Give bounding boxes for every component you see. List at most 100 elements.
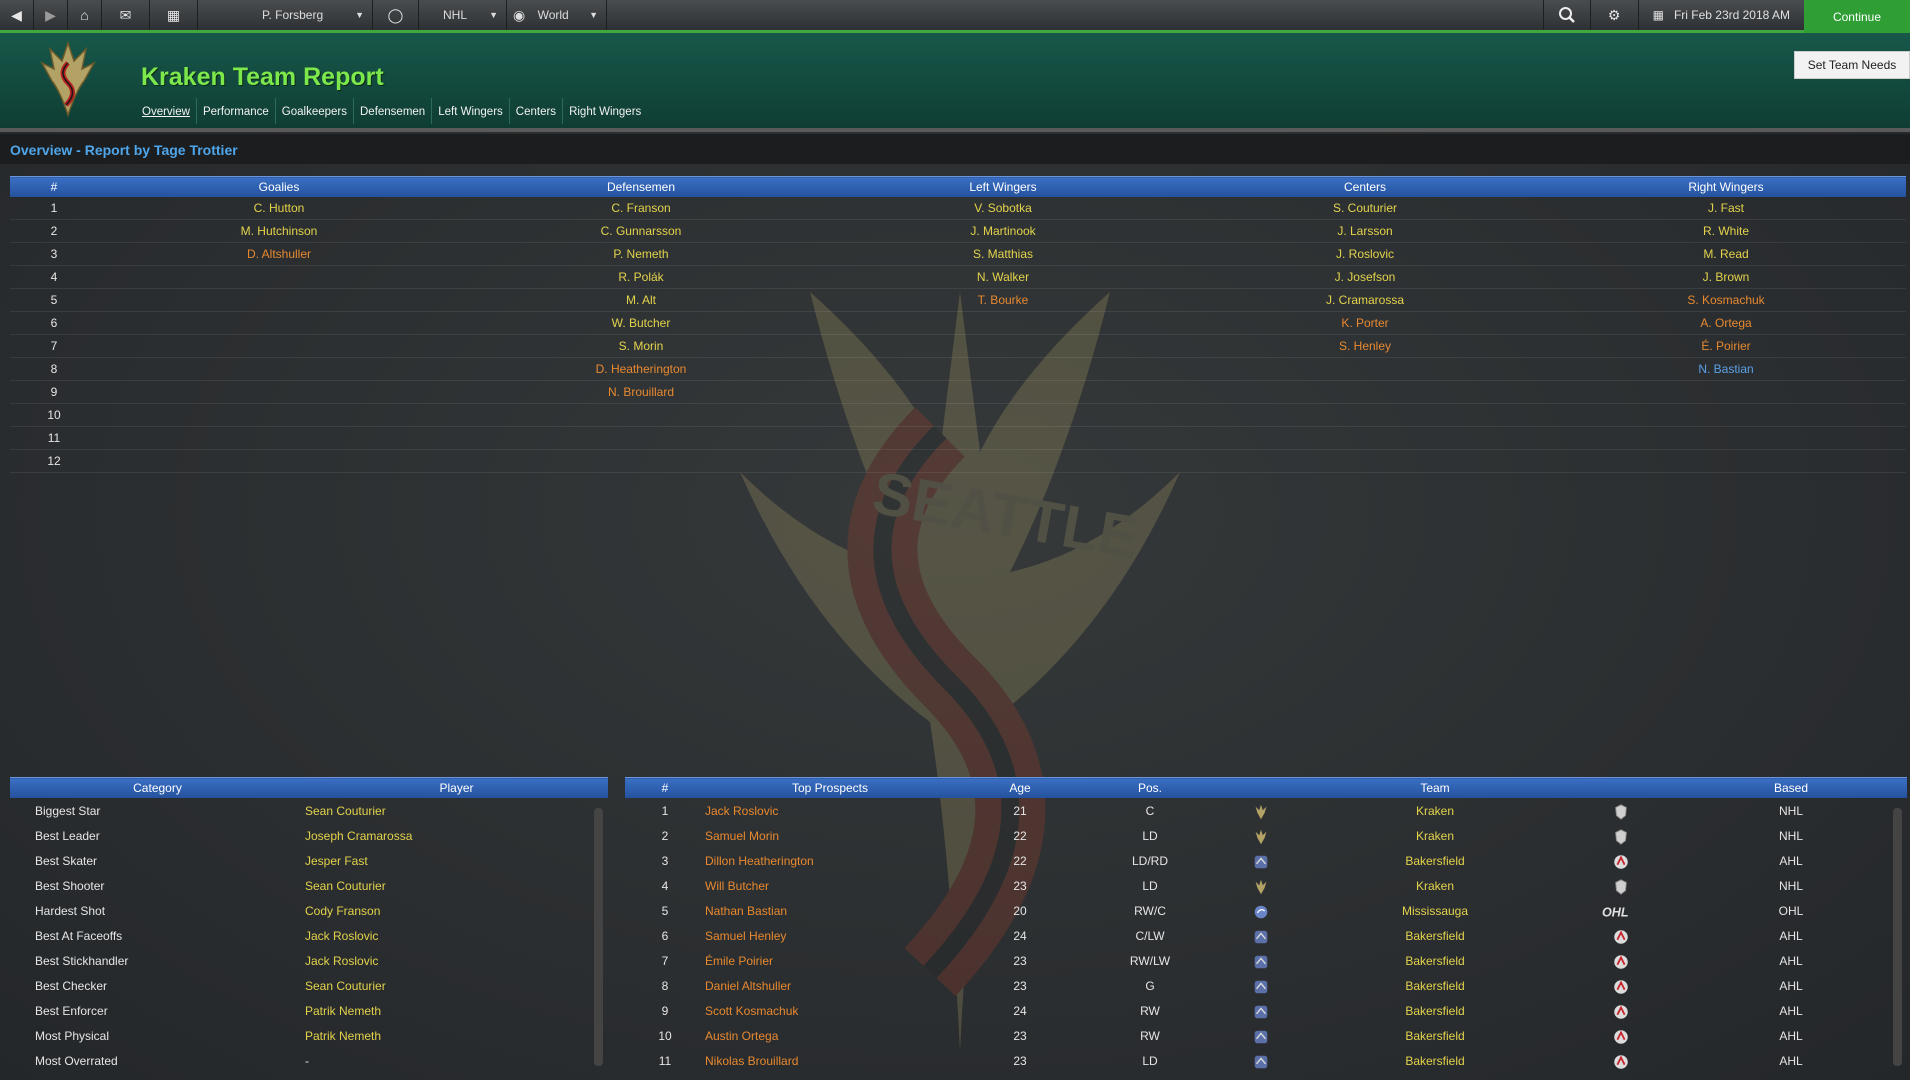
condors-logo-icon[interactable] (1252, 928, 1268, 944)
column-header-team[interactable]: Team (1305, 777, 1565, 798)
prospect-name[interactable]: Dillon Heatherington (705, 848, 955, 873)
prospect-team[interactable]: Mississauga (1305, 898, 1565, 923)
depth-player-name[interactable]: V. Sobotka (822, 197, 1184, 220)
depth-player-name[interactable]: M. Hutchinson (98, 219, 460, 243)
prospect-team[interactable]: Kraken (1305, 798, 1565, 823)
nhl-shield-icon[interactable]: ◯ (373, 0, 419, 30)
depth-player-name[interactable]: P. Nemeth (460, 242, 822, 266)
league-dropdown[interactable]: NHL ▼ (419, 0, 507, 30)
prospect-team[interactable]: Kraken (1305, 873, 1565, 898)
ahl-logo-icon[interactable] (1612, 1003, 1628, 1019)
prospect-name[interactable]: Austin Ortega (705, 1023, 955, 1048)
ahl-logo-icon[interactable] (1612, 978, 1628, 994)
kraken-logo-icon[interactable] (1252, 878, 1268, 894)
set-team-needs-button[interactable]: Set Team Needs (1794, 51, 1910, 79)
condors-logo-icon[interactable] (1252, 953, 1268, 969)
depth-player-name[interactable]: J. Josefson (1184, 265, 1546, 289)
depth-player-name[interactable]: N. Bastian (1546, 357, 1906, 381)
prospect-team[interactable]: Bakersfield (1305, 1023, 1565, 1048)
steelheads-logo-icon[interactable] (1252, 903, 1268, 919)
prospect-name[interactable]: Samuel Henley (705, 923, 955, 948)
depth-player-name[interactable]: K. Porter (1184, 311, 1546, 335)
depth-player-name[interactable]: S. Henley (1184, 334, 1546, 358)
prospects-scrollbar[interactable] (1893, 808, 1902, 1066)
award-player[interactable]: Sean Couturier (305, 973, 608, 998)
depth-player-name[interactable]: É. Poirier (1546, 334, 1906, 358)
prospect-team[interactable]: Bakersfield (1305, 923, 1565, 948)
prospect-team[interactable]: Bakersfield (1305, 1048, 1565, 1073)
depth-player-name[interactable]: J. Martinook (822, 219, 1184, 243)
ohl-logo-icon[interactable]: OHL (1598, 903, 1642, 919)
ahl-logo-icon[interactable] (1612, 928, 1628, 944)
depth-player-name[interactable]: R. White (1546, 219, 1906, 243)
condors-logo-icon[interactable] (1252, 978, 1268, 994)
depth-player-name[interactable]: J. Larsson (1184, 219, 1546, 243)
calendar-book-icon[interactable]: ▦ (150, 0, 198, 30)
column-header-centers[interactable]: Centers (1184, 176, 1546, 197)
condors-logo-icon[interactable] (1252, 1028, 1268, 1044)
depth-player-name[interactable]: J. Brown (1546, 265, 1906, 289)
tab-centers[interactable]: Centers (510, 98, 564, 124)
prospect-team[interactable]: Bakersfield (1305, 998, 1565, 1023)
column-header-top-prospects[interactable]: Top Prospects (705, 777, 955, 798)
award-player[interactable]: Jack Roslovic (305, 948, 608, 973)
award-player[interactable]: Joseph Cramarossa (305, 823, 608, 848)
depth-player-name[interactable]: D. Altshuller (98, 242, 460, 266)
depth-player-name[interactable]: S. Kosmachuk (1546, 288, 1906, 312)
column-header-based[interactable]: Based (1675, 777, 1907, 798)
depth-player-name[interactable]: M. Read (1546, 242, 1906, 266)
depth-player-name[interactable]: T. Bourke (822, 288, 1184, 312)
search-icon[interactable] (1542, 0, 1591, 30)
column-header-left-wingers[interactable]: Left Wingers (822, 176, 1184, 197)
depth-player-name[interactable]: N. Walker (822, 265, 1184, 289)
ahl-logo-icon[interactable] (1612, 853, 1628, 869)
game-date[interactable]: ▦ Fri Feb 23rd 2018 AM (1639, 0, 1804, 30)
depth-player-name[interactable]: R. Polák (460, 265, 822, 289)
column-header-rank[interactable]: # (625, 777, 705, 798)
award-player[interactable]: Jack Roslovic (305, 923, 608, 948)
column-header-age[interactable]: Age (955, 777, 1085, 798)
column-header-player[interactable]: Player (305, 777, 608, 798)
nhl-logo-icon[interactable] (1612, 803, 1628, 820)
prospect-team[interactable]: Bakersfield (1305, 948, 1565, 973)
kraken-logo-icon[interactable] (1252, 803, 1268, 819)
depth-player-name[interactable]: C. Gunnarsson (460, 219, 822, 243)
nhl-logo-icon[interactable] (1612, 878, 1628, 895)
column-header-number[interactable]: # (10, 176, 98, 197)
prospect-name[interactable]: Samuel Morin (705, 823, 955, 848)
award-player[interactable]: Patrik Nemeth (305, 998, 608, 1023)
depth-player-name[interactable]: C. Hutton (98, 197, 460, 220)
depth-player-name[interactable]: S. Couturier (1184, 197, 1546, 220)
depth-player-name[interactable]: M. Alt (460, 288, 822, 312)
prospect-name[interactable]: Émile Poirier (705, 948, 955, 973)
award-player[interactable]: Jesper Fast (305, 848, 608, 873)
condors-logo-icon[interactable] (1252, 1053, 1268, 1069)
gear-icon[interactable]: ⚙ (1591, 0, 1639, 30)
kraken-logo-icon[interactable] (1252, 828, 1268, 844)
depth-player-name[interactable]: J. Roslovic (1184, 242, 1546, 266)
forward-icon[interactable]: ▶ (34, 0, 68, 30)
tab-performance[interactable]: Performance (197, 98, 276, 124)
depth-player-name[interactable]: C. Franson (460, 197, 822, 220)
column-header-defensemen[interactable]: Defensemen (460, 176, 822, 197)
prospect-name[interactable]: Jack Roslovic (705, 798, 955, 823)
depth-player-name[interactable]: J. Fast (1546, 197, 1906, 220)
prospect-name[interactable]: Nathan Bastian (705, 898, 955, 923)
award-player[interactable]: Cody Franson (305, 898, 608, 923)
condors-logo-icon[interactable] (1252, 853, 1268, 869)
manager-dropdown[interactable]: P. Forsberg ▼ (198, 0, 373, 30)
awards-scrollbar[interactable] (594, 808, 603, 1066)
continue-button[interactable]: Continue (1804, 0, 1910, 33)
prospect-team[interactable]: Bakersfield (1305, 973, 1565, 998)
tab-right-wingers[interactable]: Right Wingers (563, 98, 647, 124)
prospect-name[interactable]: Daniel Altshuller (705, 973, 955, 998)
prospect-team[interactable]: Kraken (1305, 823, 1565, 848)
award-player[interactable]: Patrik Nemeth (305, 1023, 608, 1048)
mail-icon[interactable]: ✉ (102, 0, 150, 30)
region-dropdown[interactable]: ◉ World ▼ (507, 0, 607, 30)
back-icon[interactable]: ◀ (0, 0, 34, 30)
column-header-category[interactable]: Category (10, 777, 305, 798)
depth-player-name[interactable]: S. Matthias (822, 242, 1184, 266)
condors-logo-icon[interactable] (1252, 1003, 1268, 1019)
column-header-position[interactable]: Pos. (1085, 777, 1215, 798)
